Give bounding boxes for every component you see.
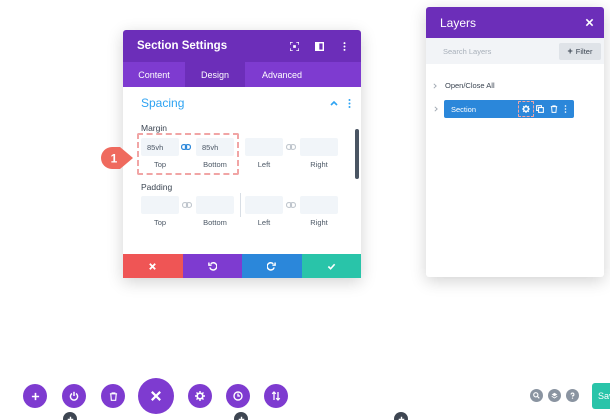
add-module-button[interactable] (394, 412, 408, 420)
group-options-icon[interactable] (348, 98, 351, 108)
plus-icon (67, 416, 73, 420)
redo-icon (267, 261, 277, 271)
clock-icon (233, 391, 243, 401)
margin-right-input[interactable] (300, 138, 338, 156)
padding-bottom-input[interactable] (196, 196, 234, 214)
search-button[interactable] (530, 389, 543, 402)
close-icon (151, 391, 161, 401)
chevron-right-icon (433, 82, 437, 89)
help-icon (570, 392, 575, 399)
padding-left-input[interactable] (245, 196, 283, 214)
add-button[interactable] (23, 384, 47, 408)
power-button[interactable] (62, 384, 86, 408)
layers-title: Layers (440, 15, 477, 30)
link-icon[interactable] (181, 144, 191, 150)
add-section-button[interactable] (234, 412, 248, 420)
open-close-label: Open/Close All (445, 81, 495, 90)
settings-gear-wrapper (518, 101, 534, 117)
trash-icon[interactable] (550, 105, 558, 113)
settings-action-bar (123, 254, 361, 278)
layers-search-input[interactable]: Search Layers (443, 47, 559, 56)
divider (240, 193, 241, 217)
scrollbar[interactable] (355, 129, 359, 179)
split-view-icon[interactable] (315, 41, 324, 51)
padding-right-label: Right (310, 218, 328, 227)
chevron-right-icon[interactable] (434, 106, 438, 112)
tab-advanced[interactable]: Advanced (245, 62, 319, 87)
settings-tabs: Content Design Advanced (123, 62, 361, 87)
margin-top-label: Top (153, 160, 167, 169)
padding-top-label: Top (153, 218, 167, 227)
filter-button[interactable]: + Filter (559, 42, 601, 60)
open-close-all[interactable]: Open/Close All (433, 81, 495, 90)
plus-icon (31, 392, 39, 400)
redo-button[interactable] (242, 254, 302, 278)
settings-header[interactable]: Section Settings (123, 30, 361, 62)
add-row-button[interactable] (63, 412, 77, 420)
unlink-icon[interactable] (182, 202, 192, 208)
section-layer-label: Section (451, 104, 477, 114)
settings-title: Section Settings (137, 40, 228, 52)
unlink-icon[interactable] (286, 202, 296, 208)
undo-icon (207, 261, 217, 271)
margin-bottom-input[interactable]: 85vh (196, 138, 234, 156)
fullscreen-icon[interactable] (290, 41, 299, 51)
chevron-up-icon[interactable] (330, 100, 338, 106)
close-icon[interactable] (585, 18, 594, 27)
duplicate-icon[interactable] (536, 105, 544, 113)
callout-number: 1 (111, 152, 118, 166)
spacing-title: Spacing (141, 96, 185, 110)
spacing-panel: Spacing Margin 85vh 85vh Top Bottom Left… (123, 87, 361, 254)
margin-left-input[interactable] (245, 138, 283, 156)
unlink-icon[interactable] (286, 144, 296, 150)
margin-top-input[interactable]: 85vh (141, 138, 179, 156)
save-button[interactable] (301, 254, 361, 278)
padding-bottom-label: Bottom (203, 218, 227, 227)
help-button[interactable] (566, 389, 579, 402)
step-callout-badge: 1 (101, 147, 133, 169)
layers-search-bar: Search Layers + Filter (426, 38, 604, 64)
margin-left-label: Left (257, 160, 271, 169)
history-button[interactable] (226, 384, 250, 408)
spacing-header[interactable]: Spacing (123, 92, 361, 114)
plus-icon: + (567, 46, 573, 56)
layer-row-section: Section (434, 100, 574, 118)
plus-icon (238, 416, 244, 420)
cancel-button[interactable] (123, 254, 183, 278)
layers-icon (551, 392, 558, 399)
layers-panel: Layers Search Layers + Filter Open/Close… (426, 7, 604, 277)
padding-right-input[interactable] (300, 196, 338, 214)
page-settings-button[interactable] (188, 384, 212, 408)
padding-top-input[interactable] (141, 196, 179, 214)
delete-button[interactable] (101, 384, 125, 408)
margin-right-label: Right (310, 160, 328, 169)
close-icon (149, 262, 157, 270)
search-icon (533, 392, 540, 399)
undo-button[interactable] (182, 254, 242, 278)
plus-icon (398, 416, 404, 420)
power-icon (69, 391, 79, 401)
padding-left-label: Left (257, 218, 271, 227)
margin-bottom-label: Bottom (203, 160, 227, 169)
gear-icon (195, 391, 205, 401)
gear-icon[interactable] (522, 105, 530, 113)
portability-button[interactable] (264, 384, 288, 408)
trash-icon (109, 391, 117, 401)
save-page-button[interactable]: Sav (592, 383, 610, 409)
tab-design[interactable]: Design (185, 62, 245, 87)
tab-content[interactable]: Content (123, 62, 185, 87)
layers-button[interactable] (548, 389, 561, 402)
more-options-icon[interactable] (340, 41, 349, 51)
section-layer[interactable]: Section (444, 100, 574, 118)
check-icon (327, 263, 336, 270)
more-options-icon[interactable] (564, 105, 567, 113)
layers-header[interactable]: Layers (426, 7, 604, 38)
padding-label: Padding (141, 182, 173, 192)
filter-label: Filter (575, 46, 593, 56)
margin-label: Margin (141, 123, 167, 133)
sort-arrows-icon (271, 391, 281, 401)
close-builder-button[interactable] (138, 378, 174, 414)
